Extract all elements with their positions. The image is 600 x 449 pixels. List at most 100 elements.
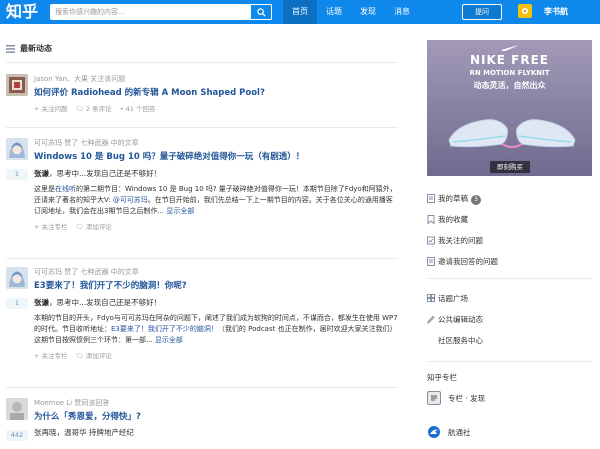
sidebar-item-label: 我关注的问题 [438, 236, 483, 245]
personal-menu: 我的草稿 3 我的收藏 我关注的问题 邀请我回答的问题 [427, 188, 592, 272]
sidebar-item-service-center[interactable]: 社区服务中心 [427, 330, 592, 351]
feed-meta: 可可苏玛 赞了 七种武器 中的文章 [34, 268, 139, 276]
avatar-image-icon [6, 74, 28, 96]
edit-icon [427, 315, 435, 324]
main-nav: 首页 话题 发现 消息 [283, 0, 419, 24]
avatar-anime-icon [6, 138, 28, 160]
search-button[interactable] [250, 4, 272, 20]
feed-avatar[interactable] [6, 74, 28, 96]
answers-link[interactable]: • 41 个回答 [120, 105, 156, 113]
feed-actions: + 关注问题 🗨 2 条评论 • 41 个回答 [34, 104, 398, 114]
divider [6, 127, 398, 128]
nav-home[interactable]: 首页 [283, 0, 317, 24]
article-title[interactable]: E3要来了！我们开了不少的脑洞！你呢? [34, 280, 398, 292]
vote-count[interactable]: 1 [6, 169, 28, 180]
column-item-explore[interactable]: 专栏 · 发现 [427, 391, 485, 405]
drafts-count-badge: 3 [471, 195, 481, 205]
comments-link[interactable]: 🗨 2 条评论 [76, 105, 112, 113]
article-title[interactable]: Windows 10 是 Bug 10 吗？量子破碎绝对值得你一玩（有剧透）！ [34, 151, 398, 163]
feed-actions: + 关注专栏 🗨 添加评论 [34, 351, 398, 361]
feed-item: Jason Yan、大果 关注该问题 如何评价 Radiohead 的新专辑 A… [6, 74, 398, 124]
ask-question-button[interactable]: 提问 [462, 4, 502, 20]
sidebar-item-followed-questions[interactable]: 我关注的问题 [427, 230, 592, 251]
divider [427, 278, 592, 279]
feed-item: 1 可可苏玛 赞了 七种武器 中的文章 Windows 10 是 Bug 10 … [6, 138, 398, 250]
follow-column-button[interactable]: + 关注专栏 [34, 223, 68, 231]
search-input[interactable] [50, 4, 250, 20]
feed-item-body: 可可苏玛 赞了 七种武器 中的文章 Windows 10 是 Bug 10 吗？… [34, 138, 398, 232]
bookmark-icon [427, 215, 435, 224]
feed-meta: Jason Yan、大果 关注该问题 [34, 75, 126, 83]
question-title[interactable]: 如何评价 Radiohead 的新专辑 A Moon Shaped Pool? [34, 87, 398, 99]
sidebar-item-label: 公共编辑动态 [438, 315, 483, 324]
question-title[interactable]: 为什么「秀恩爱，分得快」? [34, 411, 398, 423]
ad-subtitle: RN MOTION FLYKNIT [469, 69, 550, 77]
feed-item: 1 可可苏玛 赞了 七种武器 中的文章 E3要来了！我们开了不少的脑洞！你呢? … [6, 267, 398, 379]
author-name[interactable]: 张谦 [34, 169, 49, 178]
sidebar-item-label: 社区服务中心 [438, 336, 483, 345]
add-comment-link[interactable]: 🗨 添加评论 [76, 352, 112, 360]
zhihu-logo[interactable]: 知乎 [6, 2, 38, 22]
article-excerpt: 本期的节目的开头，Fdyo与可可苏玛在阿杂的问题下，阐述了我们成为软狗的时间点，… [34, 313, 398, 346]
search-icon [256, 7, 266, 17]
follow-column-button[interactable]: + 关注专栏 [34, 352, 68, 360]
feed-item-body: 可可苏玛 赞了 七种武器 中的文章 E3要来了！我们开了不少的脑洞！你呢? 张谦… [34, 267, 398, 361]
article-excerpt: 这里是在线听的第二期节目：Windows 10 是 Bug 10 吗? 量子破碎… [34, 184, 398, 217]
vote-count[interactable]: 442 [6, 430, 28, 441]
sneaker-image-icon [448, 119, 576, 148]
sidebar-item-label: 话题广场 [438, 294, 468, 303]
user-name[interactable]: 李书航 [544, 0, 568, 24]
user-avatar[interactable] [518, 4, 532, 18]
divider [6, 258, 398, 259]
column-item-hangtongshe[interactable]: 航通社 [427, 425, 471, 439]
sidebar-item-label: 邀请我回答的问题 [438, 257, 498, 266]
author-name[interactable]: 张谦 [34, 298, 49, 307]
sidebar-item-drafts[interactable]: 我的草稿 3 [427, 188, 592, 209]
add-comment-link[interactable]: 🗨 添加评论 [76, 223, 112, 231]
sidebar-item-topic-square[interactable]: 话题广场 [427, 288, 592, 309]
author-line: 张再晓，温哥华 持牌地产经纪 [34, 428, 134, 437]
feed-title: 最新动态 [20, 44, 52, 53]
divider [427, 361, 592, 362]
column-label: 专栏 · 发现 [448, 393, 486, 403]
feed-avatar[interactable] [6, 398, 28, 420]
show-all-link[interactable]: 显示全部 [155, 336, 183, 344]
document-icon [427, 257, 435, 266]
author-desc: ，思考中...发现自己还是不够好！ [49, 169, 162, 178]
document-icon [427, 194, 435, 203]
checkbox-icon [427, 236, 435, 245]
columns-section-title: 知乎专栏 [427, 373, 457, 382]
feed-avatar[interactable] [6, 267, 28, 289]
author-desc: ，思考中...发现自己还是不够好！ [49, 298, 162, 307]
column-icon [427, 425, 441, 439]
feed-meta: Moemoe Li 赞同该回答 [34, 399, 110, 407]
mention-link[interactable]: @可可苏玛 [113, 196, 148, 204]
feed-item-body: Jason Yan、大果 关注该问题 如何评价 Radiohead 的新专辑 A… [34, 74, 398, 114]
airline-logo-icon [428, 426, 440, 438]
sidebar-item-label: 我的草稿 [438, 194, 468, 203]
excerpt-link[interactable]: E3要来了！我们开了不少的脑洞！ [111, 325, 218, 333]
author-line: 张谦，思考中...发现自己还是不够好！ [34, 168, 398, 179]
nav-topics[interactable]: 话题 [317, 0, 351, 24]
vote-count[interactable]: 1 [6, 298, 28, 309]
sidebar-item-collections[interactable]: 我的收藏 [427, 209, 592, 230]
ad-title: NIKE FREE [469, 53, 549, 67]
feed-item: 442 Moemoe Li 赞同该回答 为什么「秀恩爱，分得快」? 张再晓，温哥… [6, 398, 398, 448]
feed-actions: + 关注专栏 🗨 添加评论 [34, 222, 398, 232]
nav-explore[interactable]: 发现 [351, 0, 385, 24]
follow-question-button[interactable]: + 关注问题 [34, 105, 68, 113]
nav-messages[interactable]: 消息 [385, 0, 419, 24]
author-line: 张谦，思考中...发现自己还是不够好！ [34, 297, 398, 308]
buy-now-button[interactable]: 即刻购买 [490, 161, 530, 173]
excerpt-text: 这里是 [34, 185, 55, 193]
show-all-link[interactable]: 显示全部 [166, 207, 194, 215]
search-box [50, 4, 272, 20]
sidebar-item-invitations[interactable]: 邀请我回答的问题 [427, 251, 592, 272]
sidebar-item-public-edits[interactable]: 公共编辑动态 [427, 309, 592, 330]
nike-swoosh-icon [501, 45, 519, 51]
feed-avatar[interactable] [6, 138, 28, 160]
feed-list-icon [6, 44, 15, 53]
nike-ad-banner[interactable]: NIKE FREE RN MOTION FLYKNIT 动态灵活，自然出众 即刻… [427, 40, 592, 176]
column-label: 航通社 [448, 427, 471, 437]
excerpt-link[interactable]: 在线听 [55, 185, 76, 193]
